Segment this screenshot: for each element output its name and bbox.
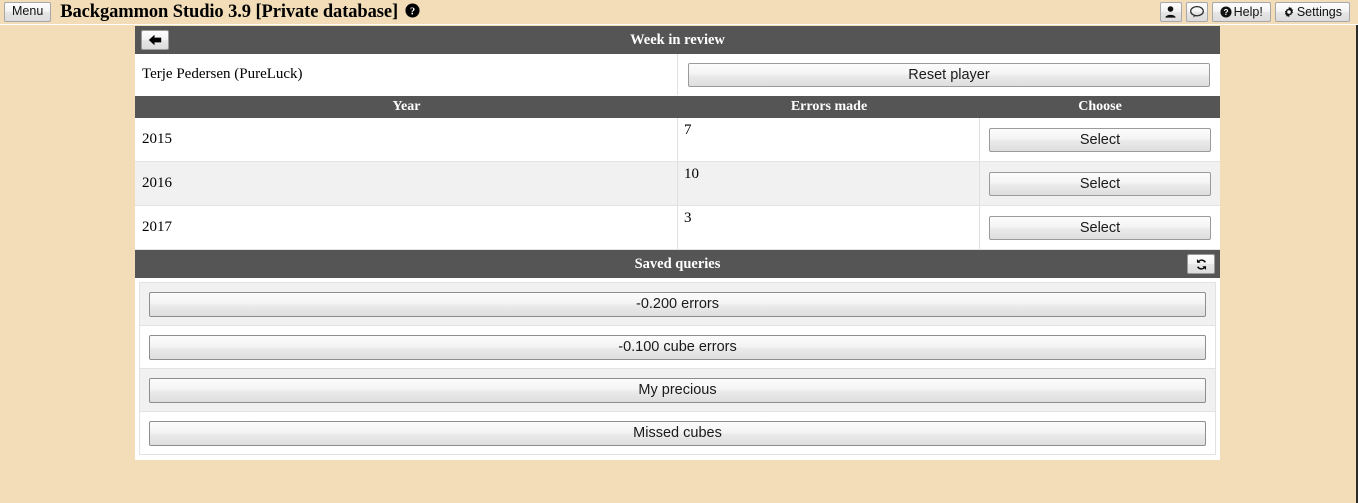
settings-button[interactable]: Settings <box>1274 2 1350 22</box>
week-in-review-title: Week in review <box>630 31 725 48</box>
chat-bubble-icon <box>1189 6 1204 18</box>
gear-icon <box>1283 6 1295 18</box>
select-button[interactable]: Select <box>989 171 1211 196</box>
cell-errors: 7 <box>678 118 980 161</box>
cell-errors: 3 <box>678 206 980 249</box>
table-row: 2016 10 Select <box>135 162 1220 206</box>
player-name: Terje Pedersen (PureLuck) <box>135 54 678 95</box>
question-circle-icon: ? <box>1220 6 1232 18</box>
cell-year: 2017 <box>135 206 678 249</box>
reset-player-button[interactable]: Reset player <box>688 62 1210 87</box>
app-title: Backgammon Studio 3.9 [Private database]… <box>60 2 420 23</box>
saved-query-button[interactable]: -0.100 cube errors <box>149 334 1206 360</box>
app-bar-actions: ? Help! Settings <box>1159 2 1354 22</box>
list-item: -0.100 cube errors <box>140 326 1215 369</box>
messages-button[interactable] <box>1185 2 1208 22</box>
column-header-choose: Choose <box>1078 99 1122 114</box>
app-top-bar: Menu Backgammon Studio 3.9 [Private data… <box>0 0 1358 25</box>
cell-choose: Select <box>980 127 1220 152</box>
back-button[interactable] <box>141 30 169 50</box>
saved-query-button[interactable]: Missed cubes <box>149 420 1206 446</box>
help-button-label: Help! <box>1233 5 1263 19</box>
cell-choose: Select <box>980 171 1220 196</box>
saved-queries-header: Saved queries <box>135 250 1220 278</box>
saved-queries-list: -0.200 errors -0.100 cube errors My precio… <box>139 282 1216 455</box>
help-circle-icon[interactable]: ? <box>405 2 420 23</box>
week-in-review-header: Week in review <box>135 26 1220 54</box>
table-row: 2017 3 Select <box>135 206 1220 250</box>
saved-query-button[interactable]: My precious <box>149 377 1206 403</box>
table-row: 2015 7 Select <box>135 118 1220 162</box>
saved-queries-title: Saved queries <box>634 255 721 272</box>
year-table-body: 2015 7 Select 2016 10 Select 2017 3 Select <box>135 118 1220 250</box>
user-icon <box>1165 6 1176 18</box>
cell-choose: Select <box>980 215 1220 240</box>
back-arrow-icon <box>148 34 162 46</box>
player-row: Terje Pedersen (PureLuck) Reset player <box>135 54 1220 96</box>
cell-year: 2016 <box>135 162 678 205</box>
app-title-text: Backgammon Studio 3.9 [Private database] <box>60 1 399 22</box>
help-button[interactable]: ? Help! <box>1211 2 1271 22</box>
cell-errors: 10 <box>678 162 980 205</box>
reset-player-cell: Reset player <box>678 54 1220 95</box>
settings-button-label: Settings <box>1296 5 1342 19</box>
year-table-header: Year Errors made Choose <box>135 96 1220 118</box>
saved-query-button[interactable]: -0.200 errors <box>149 291 1206 317</box>
list-item: Missed cubes <box>140 412 1215 455</box>
svg-text:?: ? <box>410 6 415 17</box>
menu-button[interactable]: Menu <box>4 2 52 22</box>
refresh-queries-button[interactable] <box>1187 254 1215 274</box>
refresh-icon <box>1196 258 1206 270</box>
list-item: My precious <box>140 369 1215 412</box>
column-header-year: Year <box>392 99 421 114</box>
user-account-button[interactable] <box>1159 2 1182 22</box>
main-content-panel: Week in review Terje Pedersen (PureLuck)… <box>135 26 1220 460</box>
column-header-errors: Errors made <box>790 99 868 114</box>
select-button[interactable]: Select <box>989 215 1211 240</box>
list-item: -0.200 errors <box>140 283 1215 326</box>
svg-text:?: ? <box>1223 8 1228 17</box>
saved-queries-panel: -0.200 errors -0.100 cube errors My precio… <box>135 278 1220 460</box>
select-button[interactable]: Select <box>989 127 1211 152</box>
cell-year: 2015 <box>135 118 678 161</box>
